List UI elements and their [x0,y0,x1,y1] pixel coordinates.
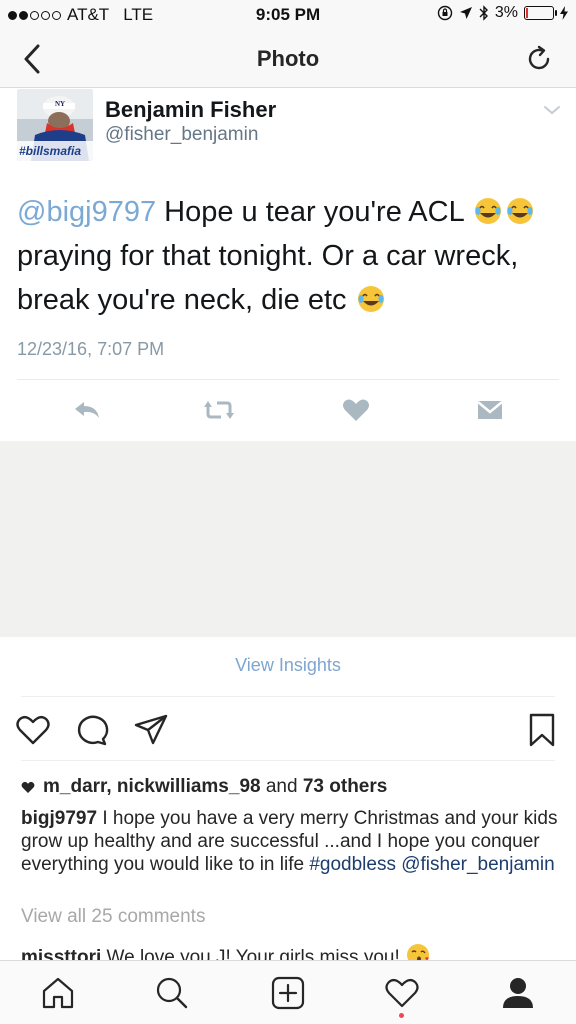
tweet-avatar: NY #billsmafia [17,89,93,161]
battery-percent: 3% [494,4,518,21]
likes-users[interactable]: m_darr, nickwilliams_98 [43,776,261,797]
actions-divider [21,760,555,761]
share-icon[interactable] [133,712,169,748]
tweet-text-part2: praying for that tonight. Or a car wreck… [17,240,519,316]
caption-mention[interactable]: @fisher_benjamin [401,854,554,875]
chevron-down-icon[interactable] [542,103,562,117]
tweet-author-handle[interactable]: @fisher_benjamin [105,124,258,146]
orientation-lock-icon [437,5,453,21]
battery-level [526,8,528,18]
tears-of-joy-emoji-icon [506,198,533,224]
like-heart-icon[interactable] [15,712,51,748]
tweet-card[interactable]: NY #billsmafia Benjamin Fisher @fisher_b… [0,89,576,441]
photo-area [0,441,576,637]
activity-icon[interactable] [384,975,420,1011]
tweet-text-part1: Hope u tear you're ACL [156,196,472,228]
bookmark-icon[interactable] [524,712,560,748]
bottom-tab-bar [0,960,576,1024]
comment-icon[interactable] [74,712,110,748]
home-icon[interactable] [40,975,76,1011]
svg-text:NY: NY [55,100,65,108]
battery-icon [524,6,557,20]
small-heart-icon [21,781,35,793]
add-post-icon[interactable] [270,975,306,1011]
caption-hashtag[interactable]: #godbless [309,854,396,875]
tweet-divider [17,379,559,380]
tweet-mention[interactable]: @bigj9797 [17,196,156,228]
tweet-author-name[interactable]: Benjamin Fisher [105,97,276,123]
retweet-icon[interactable] [204,396,234,424]
charging-icon [560,6,568,20]
caption-username[interactable]: bigj9797 [21,808,97,829]
view-insights-link[interactable]: View Insights [0,655,576,676]
search-icon[interactable] [154,975,190,1011]
profile-icon[interactable] [500,975,536,1011]
reply-icon[interactable] [72,396,102,424]
refresh-icon[interactable] [524,44,554,74]
message-icon[interactable] [475,396,505,424]
like-icon[interactable] [341,396,371,424]
tears-of-joy-emoji-icon [357,286,384,312]
page-title: Photo [256,46,320,71]
likes-others[interactable]: 73 others [303,776,387,797]
avatar-caption: #billsmafia [19,144,82,158]
post-caption: bigj9797 I hope you have a very merry Ch… [21,807,561,876]
nav-bar: Photo [0,30,576,88]
likes-summary[interactable]: m_darr, nickwilliams_98 and 73 others [21,776,387,798]
view-all-comments-link[interactable]: View all 25 comments [21,906,205,928]
likes-and: and [260,776,303,797]
insights-divider [21,696,555,697]
status-right: 3% [437,4,568,22]
status-bar: AT&T LTE 9:05 PM 3% [0,0,576,30]
activity-notification-dot [399,1013,404,1018]
bluetooth-icon [479,5,488,21]
tweet-text: @bigj9797 Hope u tear you're ACL praying… [17,190,562,322]
location-arrow-icon [459,7,472,19]
tweet-timestamp: 12/23/16, 7:07 PM [17,339,165,359]
tears-of-joy-emoji-icon [474,198,501,224]
